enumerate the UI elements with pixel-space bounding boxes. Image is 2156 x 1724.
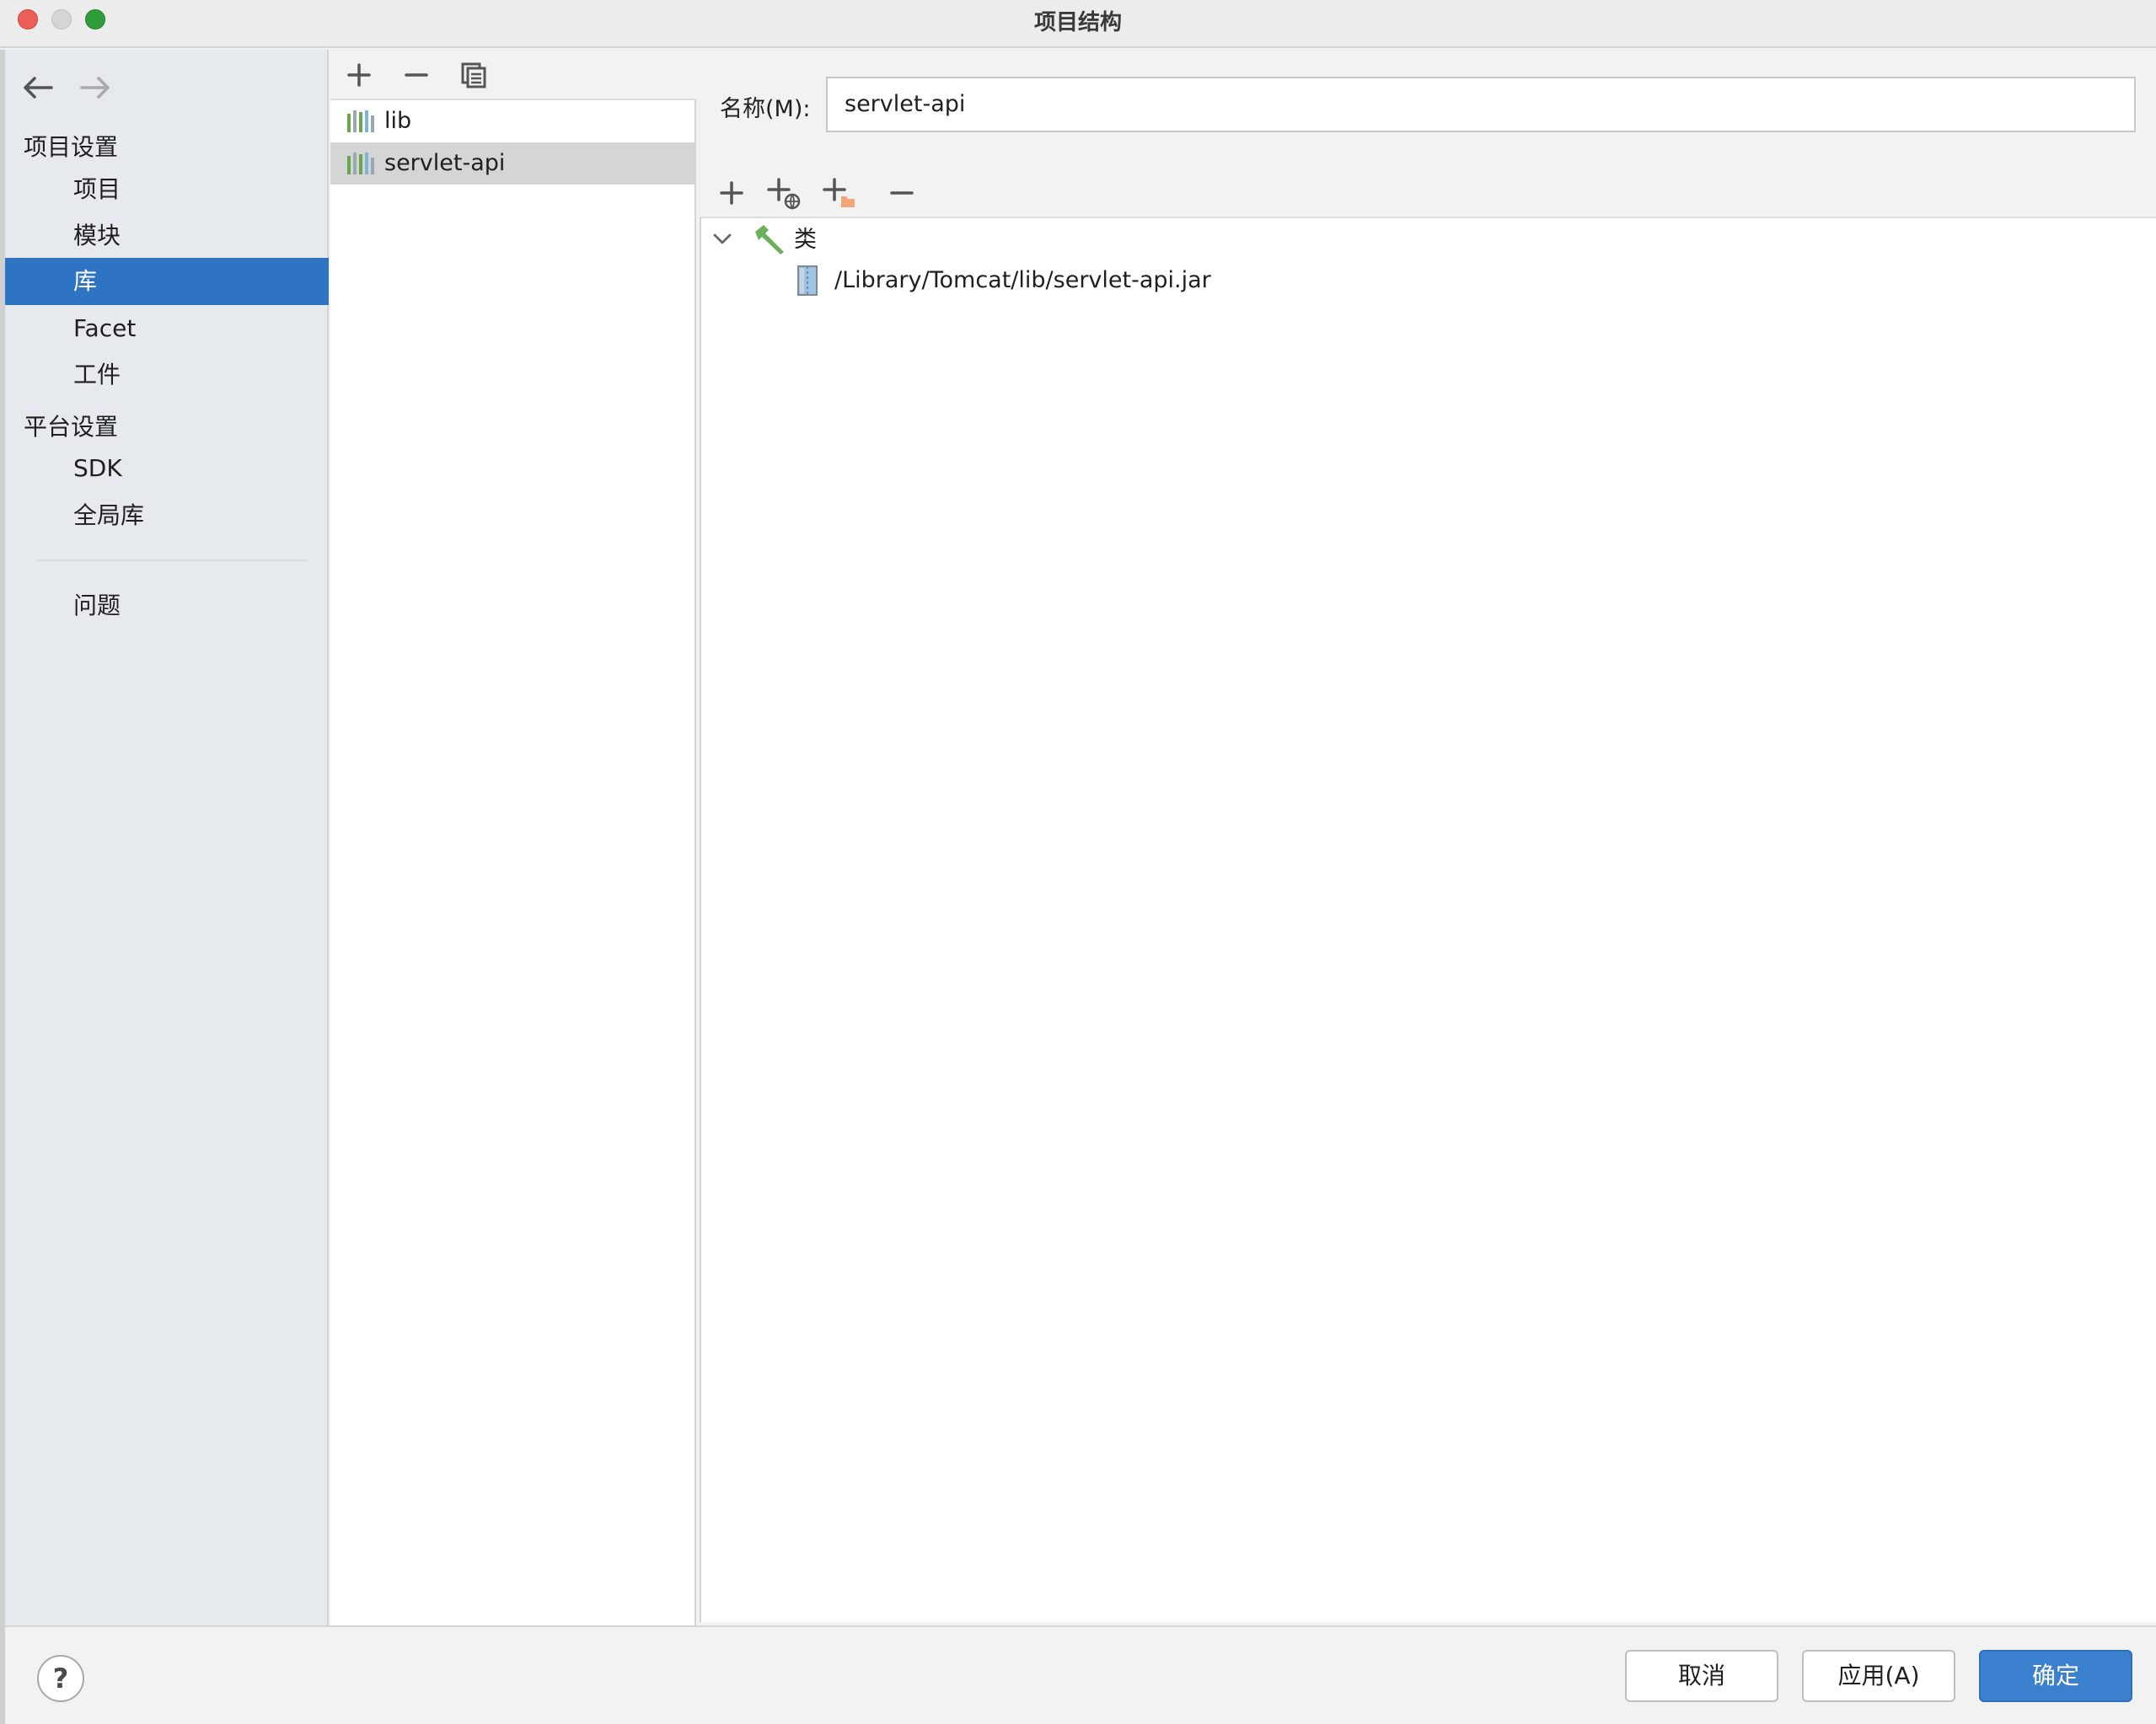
arrow-left-icon <box>24 77 53 99</box>
sidebar-item-problems[interactable]: 问题 <box>5 582 329 629</box>
project-structure-window: 项目结构 项目设置 项目 模块 库 Facet 工件 平台设置 SDK 全局库 … <box>0 0 2156 1724</box>
library-item-label: servlet-api <box>384 150 506 176</box>
library-detail-pane: 名称(M): servlet-api 类 /Library/Tomcat/lib… <box>698 50 2156 1625</box>
sidebar-separator <box>37 559 307 561</box>
copy-icon <box>461 62 486 88</box>
add-root-folder-button[interactable] <box>821 174 858 211</box>
add-root-button[interactable] <box>713 174 750 211</box>
section-header-project-settings: 项目设置 <box>24 133 119 161</box>
add-root-from-web-button[interactable] <box>765 174 802 211</box>
library-item-label: lib <box>384 108 412 134</box>
library-roots-tree: 类 /Library/Tomcat/lib/servlet-api.jar <box>700 217 2156 1622</box>
copy-library-button[interactable] <box>455 56 492 94</box>
classes-node-label[interactable]: 类 <box>794 220 817 260</box>
sidebar-item-facets[interactable]: Facet <box>5 305 329 352</box>
sidebar-item-artifacts[interactable]: 工件 <box>5 351 329 399</box>
apply-button[interactable]: 应用(A) <box>1802 1650 1955 1702</box>
sidebar-item-modules[interactable]: 模块 <box>5 212 329 260</box>
library-item-lib[interactable]: lib <box>330 100 695 142</box>
remove-root-button[interactable] <box>883 174 920 211</box>
cancel-button[interactable]: 取消 <box>1625 1650 1778 1702</box>
sidebar-item-global-libraries[interactable]: 全局库 <box>5 492 329 539</box>
forward-button[interactable] <box>76 68 115 107</box>
library-item-servlet-api[interactable]: servlet-api <box>330 142 695 185</box>
hammer-icon <box>755 225 784 254</box>
name-field-label: 名称(M): <box>720 96 811 122</box>
plus-web-icon <box>767 178 801 210</box>
add-library-button[interactable] <box>341 56 378 94</box>
dialog-button-bar: ? 取消 应用(A) 确定 <box>5 1625 2156 1724</box>
library-list-toolbar <box>330 50 696 100</box>
sidebar-item-project[interactable]: 项目 <box>5 166 329 213</box>
plus-icon <box>347 63 371 87</box>
jar-file-icon <box>796 265 819 297</box>
ok-button[interactable]: 确定 <box>1979 1650 2132 1702</box>
remove-library-button[interactable] <box>398 56 435 94</box>
classes-node-icon <box>752 223 786 255</box>
title-bar: 项目结构 <box>0 0 2156 48</box>
roots-toolbar <box>698 168 2156 218</box>
help-button[interactable]: ? <box>37 1655 84 1702</box>
chevron-down-icon <box>713 233 732 244</box>
library-icon <box>347 153 374 174</box>
library-list-pane: lib servlet-api <box>330 50 696 1625</box>
library-icon <box>347 110 374 132</box>
plus-folder-icon <box>823 178 855 207</box>
minus-icon <box>890 191 914 195</box>
back-button[interactable] <box>19 68 57 107</box>
window-title: 项目结构 <box>1033 10 1122 35</box>
tree-expand-chevron[interactable] <box>710 227 735 252</box>
jar-icon <box>797 265 818 296</box>
arrow-right-icon <box>80 77 110 99</box>
minus-icon <box>405 73 428 77</box>
jar-path-item[interactable]: /Library/Tomcat/lib/servlet-api.jar <box>834 260 1211 301</box>
plus-icon <box>720 181 743 205</box>
library-name-input[interactable]: servlet-api <box>826 77 2136 132</box>
settings-sidebar: 项目设置 项目 模块 库 Facet 工件 平台设置 SDK 全局库 问题 <box>5 50 329 1625</box>
sidebar-item-sdk[interactable]: SDK <box>5 445 329 492</box>
section-header-platform-settings: 平台设置 <box>24 413 119 441</box>
sidebar-item-libraries[interactable]: 库 <box>5 258 329 305</box>
